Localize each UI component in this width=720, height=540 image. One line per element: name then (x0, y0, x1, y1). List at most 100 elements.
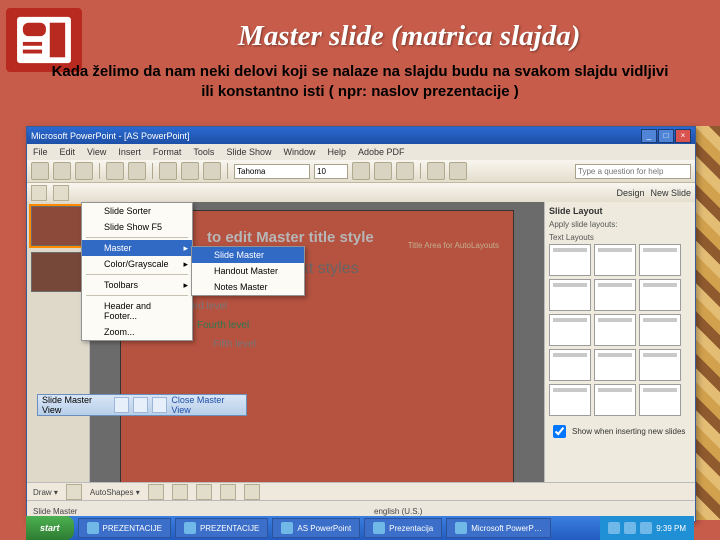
layout-option[interactable] (594, 244, 636, 276)
layout-option[interactable] (549, 384, 591, 416)
layout-option[interactable] (639, 384, 681, 416)
tray-icon[interactable] (624, 522, 636, 534)
help-search-input[interactable] (575, 164, 691, 179)
app-title: Microsoft PowerPoint - [AS PowerPoint] (31, 131, 190, 141)
rectangle-icon[interactable] (196, 484, 212, 500)
layout-option[interactable] (549, 349, 591, 381)
menuitem-slidemaster[interactable]: Slide Master (192, 247, 304, 263)
print-icon[interactable] (106, 162, 124, 180)
minimize-button[interactable]: _ (641, 129, 657, 143)
secondary-toolbar: Design New Slide (27, 183, 695, 204)
newslide-button[interactable]: New Slide (650, 188, 691, 198)
oval-icon[interactable] (220, 484, 236, 500)
menuitem-notesmaster[interactable]: Notes Master (192, 279, 304, 295)
clock: 9:39 PM (656, 524, 686, 533)
menu-adobepdf[interactable]: Adobe PDF (358, 147, 405, 157)
menuitem-slideshow[interactable]: Slide Show F5 (82, 219, 192, 235)
layout-option[interactable] (639, 279, 681, 311)
master-thumb-1[interactable] (31, 206, 85, 246)
slide-subtitle: Kada želimo da nam neki delovi koji se n… (50, 62, 670, 103)
menuitem-colorgrayscale[interactable]: Color/Grayscale▸ (82, 256, 192, 272)
bold-icon[interactable] (352, 162, 370, 180)
font-size-input[interactable] (314, 164, 348, 179)
show-checkbox-input[interactable] (553, 425, 566, 438)
taskbar-item[interactable]: Prezentacija (364, 518, 442, 538)
layout-option[interactable] (549, 244, 591, 276)
menu-view[interactable]: View (87, 147, 106, 157)
open-icon[interactable] (53, 162, 71, 180)
menuitem-handoutmaster[interactable]: Handout Master (192, 263, 304, 279)
menu-slideshow[interactable]: Slide Show (226, 147, 271, 157)
layout-option[interactable] (639, 314, 681, 346)
autoshapes-button[interactable]: AutoShapes ▾ (90, 488, 140, 497)
draw-button[interactable]: Draw ▾ (33, 488, 58, 497)
master-thumb-2[interactable] (31, 252, 85, 292)
align-center-icon[interactable] (449, 162, 467, 180)
tb-icon[interactable] (53, 185, 69, 201)
align-left-icon[interactable] (427, 162, 445, 180)
new-icon[interactable] (31, 162, 49, 180)
menu-edit[interactable]: Edit (60, 147, 76, 157)
maximize-button[interactable]: □ (658, 129, 674, 143)
font-name-input[interactable] (234, 164, 310, 179)
layout-option[interactable] (594, 349, 636, 381)
layout-option[interactable] (594, 314, 636, 346)
menuitem-slidesorter[interactable]: Slide Sorter (82, 203, 192, 219)
save-icon[interactable] (75, 162, 93, 180)
system-tray[interactable]: 9:39 PM (600, 516, 694, 540)
preview-icon[interactable] (128, 162, 146, 180)
menu-help[interactable]: Help (327, 147, 346, 157)
taskbar-item[interactable]: PREZENTACIJE (175, 518, 268, 538)
layout-option[interactable] (639, 349, 681, 381)
layout-option[interactable] (549, 279, 591, 311)
italic-icon[interactable] (374, 162, 392, 180)
menuitem-headerfooter[interactable]: Header and Footer... (82, 298, 192, 324)
delete-master-icon[interactable] (133, 397, 148, 413)
menu-file[interactable]: File (33, 147, 48, 157)
menu-tools[interactable]: Tools (193, 147, 214, 157)
task-pane[interactable]: Slide Layout Apply slide layouts: Text L… (544, 202, 695, 501)
ppt-icon (455, 522, 467, 534)
slide-master-view-toolbar[interactable]: Slide Master View Close Master View (37, 394, 247, 416)
select-icon[interactable] (66, 484, 82, 500)
show-when-inserting-checkbox[interactable]: Show when inserting new slides (549, 422, 691, 441)
paste-icon[interactable] (203, 162, 221, 180)
menu-insert[interactable]: Insert (118, 147, 141, 157)
taskbar-item[interactable]: AS PowerPoint (272, 518, 360, 538)
menu-bar[interactable]: File Edit View Insert Format Tools Slide… (27, 144, 695, 160)
master-submenu[interactable]: Slide Master Handout Master Notes Master (191, 246, 305, 296)
menu-window[interactable]: Window (283, 147, 315, 157)
taskpane-title: Slide Layout (549, 206, 691, 216)
insert-master-icon[interactable] (114, 397, 129, 413)
tray-icon[interactable] (640, 522, 652, 534)
autolayout-label: Title Area for AutoLayouts (408, 241, 499, 250)
close-master-view-button[interactable]: Close Master View (171, 395, 242, 415)
cut-icon[interactable] (159, 162, 177, 180)
tb-icon[interactable] (31, 185, 47, 201)
taskbar-item[interactable]: Microsoft PowerP… (446, 518, 551, 538)
layout-option[interactable] (594, 384, 636, 416)
layout-option[interactable] (549, 314, 591, 346)
menuitem-master[interactable]: Master▸ (82, 240, 192, 256)
drawing-toolbar: Draw ▾ AutoShapes ▾ (27, 482, 695, 501)
tray-icon[interactable] (608, 522, 620, 534)
layout-option[interactable] (639, 244, 681, 276)
arrow-icon[interactable] (172, 484, 188, 500)
rename-master-icon[interactable] (152, 397, 167, 413)
menuitem-toolbars[interactable]: Toolbars▸ (82, 277, 192, 293)
view-menu-dropdown[interactable]: Slide Sorter Slide Show F5 Master▸ Color… (81, 202, 193, 341)
underline-icon[interactable] (396, 162, 414, 180)
design-button[interactable]: Design (616, 188, 644, 198)
textbox-icon[interactable] (244, 484, 260, 500)
close-button[interactable]: × (675, 129, 691, 143)
layout-option[interactable] (594, 279, 636, 311)
taskpane-apply-label: Apply slide layouts: (549, 220, 691, 229)
line-icon[interactable] (148, 484, 164, 500)
menu-format[interactable]: Format (153, 147, 182, 157)
start-button[interactable]: start (26, 516, 74, 540)
menuitem-zoom[interactable]: Zoom... (82, 324, 192, 340)
taskbar-item[interactable]: PREZENTACIJE (78, 518, 171, 538)
window-titlebar: Microsoft PowerPoint - [AS PowerPoint] _… (27, 127, 695, 144)
show-checkbox-label: Show when inserting new slides (572, 427, 685, 436)
copy-icon[interactable] (181, 162, 199, 180)
